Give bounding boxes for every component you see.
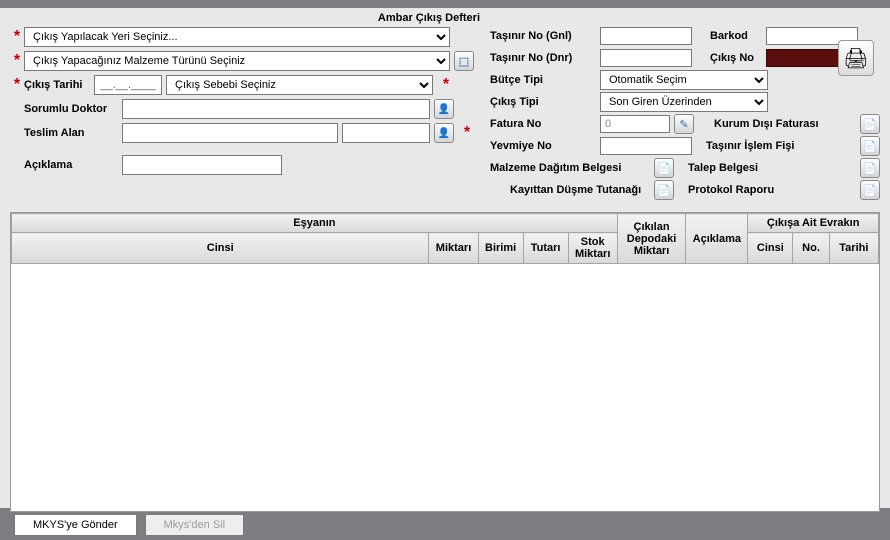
col-cikilan-depodaki: Çıkılan Depodaki Miktarı [617, 214, 686, 264]
sorumlu-doktor-input[interactable] [122, 99, 430, 119]
required-icon: * [460, 126, 474, 140]
fatura-no-label: Fatura No [490, 118, 600, 130]
required-icon: * [10, 78, 24, 92]
col-ev-cinsi: Cinsi [748, 233, 793, 264]
protokol-raporu-label: Protokol Raporu [688, 184, 774, 196]
person-icon[interactable] [434, 123, 454, 143]
col-ev-tarihi: Tarihi [829, 233, 878, 264]
tasinir-dnr-label: Taşınır No (Dnr) [490, 52, 600, 64]
cube-icon[interactable] [454, 51, 474, 71]
data-grid: Eşyanın Çıkılan Depodaki Miktarı Açıklam… [10, 212, 880, 512]
col-esyanin: Eşyanın [12, 214, 618, 233]
select-cikis-sebebi[interactable]: Çıkış Sebebi Seçiniz [166, 75, 433, 95]
aciklama-label: Açıklama [24, 159, 122, 171]
malzeme-dagitim-label: Malzeme Dağıtım Belgesi [490, 162, 650, 174]
butce-tipi-label: Bütçe Tipi [490, 74, 600, 86]
left-form: Ambar Çıkış Defteri * Çıkış Yapılacak Ye… [10, 14, 480, 202]
barkod-label: Barkod [710, 30, 766, 42]
wand-icon[interactable] [674, 114, 694, 134]
print-icon[interactable] [838, 40, 874, 76]
cikis-tipi-select[interactable]: Son Giren Üzerinden [600, 92, 768, 112]
col-aciklama: Açıklama [686, 214, 748, 264]
page-title: Ambar Çıkış Defteri [378, 12, 480, 24]
required-icon: * [10, 30, 24, 44]
grid-body-empty[interactable] [11, 264, 879, 512]
cikis-tipi-label: Çıkış Tipi [490, 96, 600, 108]
col-cikisa-ait: Çıkışa Ait Evrakın [748, 214, 879, 233]
grid-header: Eşyanın Çıkılan Depodaki Miktarı Açıklam… [11, 213, 879, 264]
tasinir-gnl-label: Taşınır No (Gnl) [490, 30, 600, 42]
teslim-alan-input-2[interactable] [342, 123, 430, 143]
tasinir-fisi-label: Taşınır İşlem Fişi [706, 140, 794, 152]
sorumlu-doktor-label: Sorumlu Doktor [24, 103, 122, 115]
col-cinsi: Cinsi [12, 233, 429, 264]
required-icon: * [10, 54, 24, 68]
tasinir-gnl-input[interactable] [600, 27, 692, 45]
person-icon[interactable] [434, 99, 454, 119]
select-cikis-yeri[interactable]: Çıkış Yapılacak Yeri Seçiniz... [24, 27, 450, 47]
fatura-no-input[interactable] [600, 115, 670, 133]
teslim-alan-input-1[interactable] [122, 123, 338, 143]
col-tutari: Tutarı [523, 233, 568, 264]
doc-icon[interactable] [860, 136, 880, 156]
col-miktari: Miktarı [429, 233, 478, 264]
col-stok-miktari: Stok Miktarı [568, 233, 617, 264]
doc-icon[interactable] [654, 180, 674, 200]
cikis-no-label: Çıkış No [710, 52, 766, 64]
butce-tipi-select[interactable]: Otomatik Seçim [600, 70, 768, 90]
kayittan-dusme-label: Kayıttan Düşme Tutanağı [510, 184, 650, 196]
aciklama-input[interactable] [122, 155, 282, 175]
yevmiye-no-input[interactable] [600, 137, 692, 155]
cikis-tarihi-input[interactable] [94, 75, 162, 95]
doc-icon[interactable] [860, 114, 880, 134]
required-icon: * [439, 78, 453, 92]
yevmiye-no-label: Yevmiye No [490, 140, 600, 152]
right-form: Taşınır No (Gnl) Barkod Taşınır No (Dnr)… [480, 14, 880, 202]
doc-icon[interactable] [860, 180, 880, 200]
mkys-gonder-button[interactable]: MKYS'ye Gönder [14, 514, 137, 536]
teslim-alan-label: Teslim Alan [24, 127, 122, 139]
kurum-disi-label: Kurum Dışı Faturası [714, 118, 819, 130]
mkys-sil-button: Mkys'den Sil [145, 514, 244, 536]
col-ev-no: No. [793, 233, 829, 264]
cikis-tarihi-label: Çıkış Tarihi [24, 79, 94, 91]
talep-belgesi-label: Talep Belgesi [688, 162, 758, 174]
col-birimi: Birimi [478, 233, 523, 264]
doc-icon[interactable] [860, 158, 880, 178]
select-malzeme-turu[interactable]: Çıkış Yapacağınız Malzeme Türünü Seçiniz [24, 51, 450, 71]
doc-icon[interactable] [654, 158, 674, 178]
tasinir-dnr-input[interactable] [600, 49, 692, 67]
